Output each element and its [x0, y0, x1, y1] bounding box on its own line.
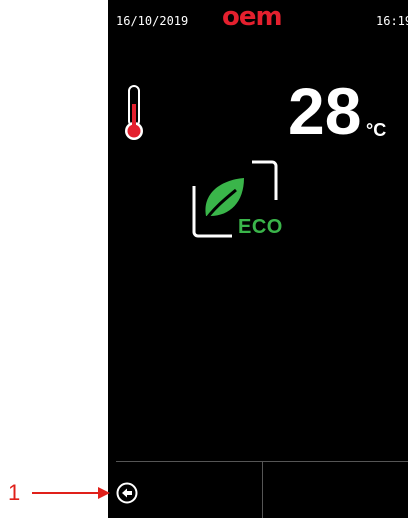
thermometer-icon: [125, 85, 143, 140]
temperature-value: 28: [288, 74, 362, 148]
status-date: 16/10/2019: [116, 14, 189, 28]
status-time: 16:19: [376, 14, 408, 28]
eco-label: ECO: [238, 216, 283, 238]
device-screen: 16/10/2019 oem 16:19 28 °C ECO: [108, 0, 408, 518]
annotation-arrow-icon: [32, 487, 110, 499]
back-arrow-icon[interactable]: [116, 482, 138, 504]
brand-logo: oem: [222, 2, 283, 32]
annotation-number: 1: [8, 480, 21, 505]
temperature-unit: °C: [366, 120, 387, 140]
bottom-divider-vertical: [262, 461, 263, 518]
